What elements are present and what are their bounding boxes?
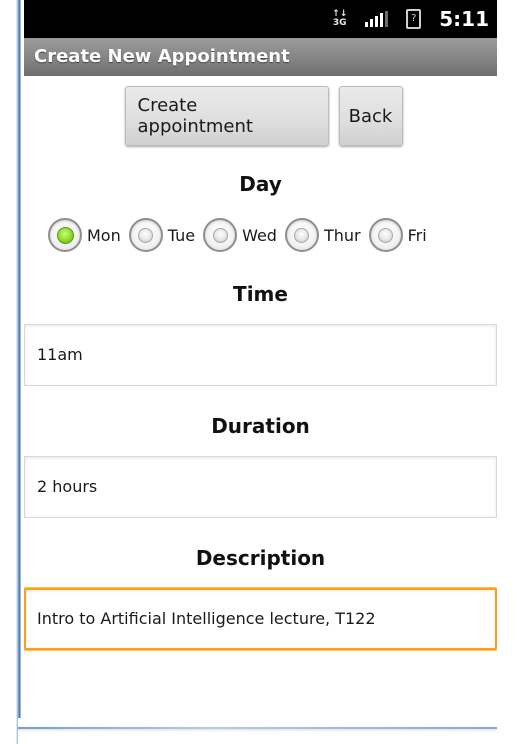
day-label-fri: Fri <box>407 225 427 245</box>
day-option-mon[interactable]: Mon <box>48 218 121 252</box>
radio-button-mon[interactable] <box>48 218 82 252</box>
day-label-thur: Thur <box>323 225 361 245</box>
day-option-thur[interactable]: Thur <box>284 218 361 252</box>
sim-card-icon: ? <box>406 9 422 29</box>
day-label-wed: Wed <box>242 225 277 245</box>
time-input[interactable]: 11am <box>24 324 497 386</box>
back-button[interactable]: Back <box>338 86 403 146</box>
time-heading: Time <box>233 282 288 306</box>
day-radio-group: Mon Tue Wed Thur Fri <box>48 218 497 252</box>
radio-indicator-icon <box>212 227 228 243</box>
window-frame-right <box>497 0 517 744</box>
device-screen: ↑↓ 3G ? 5:11 Create New Appointment Crea… <box>24 0 497 718</box>
day-label-tue: Tue <box>167 225 196 245</box>
app-title-bar: Create New Appointment <box>24 38 497 76</box>
signal-icon <box>365 11 389 27</box>
duration-input[interactable]: 2 hours <box>24 456 497 518</box>
day-option-fri[interactable]: Fri <box>368 218 427 252</box>
status-bar: ↑↓ 3G ? 5:11 <box>24 0 497 38</box>
window-frame-left <box>0 0 24 744</box>
radio-button-fri[interactable] <box>368 218 403 252</box>
day-option-wed[interactable]: Wed <box>203 218 277 252</box>
day-option-tue[interactable]: Tue <box>128 218 196 252</box>
duration-heading: Duration <box>211 414 310 438</box>
create-appointment-button[interactable]: Create appointment <box>124 86 329 146</box>
radio-button-tue[interactable] <box>128 218 163 252</box>
network-label: 3G <box>332 18 347 28</box>
window-frame-bottom <box>18 718 497 744</box>
radio-indicator-icon <box>138 227 154 243</box>
action-buttons: Create appointment Back <box>30 86 497 146</box>
day-label-mon: Mon <box>87 225 121 245</box>
radio-indicator-icon <box>294 227 310 243</box>
description-heading: Description <box>195 546 326 570</box>
radio-indicator-icon <box>56 226 74 244</box>
description-input[interactable]: Intro to Artificial Intelligence lecture… <box>24 588 497 650</box>
radio-button-thur[interactable] <box>284 218 319 252</box>
radio-indicator-icon <box>378 227 394 243</box>
network-3g-icon: ↑↓ 3G <box>332 10 347 28</box>
status-clock: 5:11 <box>439 7 489 31</box>
day-heading: Day <box>239 172 282 196</box>
radio-button-wed[interactable] <box>203 218 238 252</box>
